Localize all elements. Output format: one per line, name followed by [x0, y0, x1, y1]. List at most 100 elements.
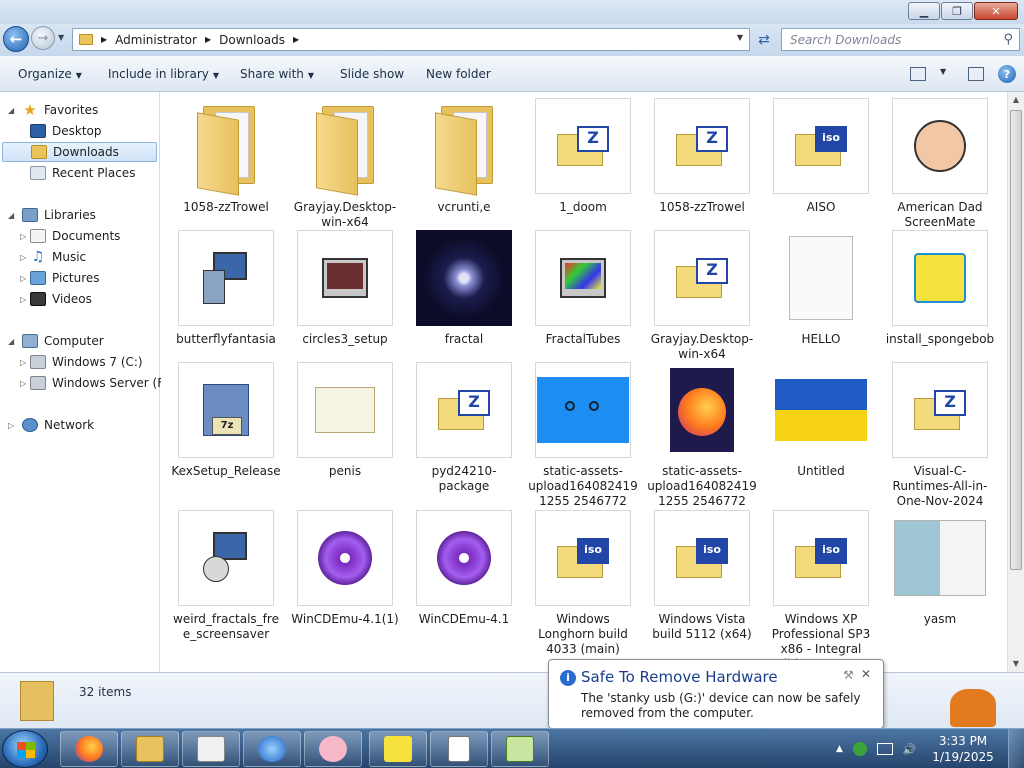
chevron-right-icon[interactable]: ▶	[101, 35, 107, 44]
file-item[interactable]: circles3_setup	[289, 230, 401, 347]
file-item[interactable]: Untitled	[765, 362, 877, 479]
file-item[interactable]: 1058-zzTrowel	[170, 98, 282, 215]
scrollbar-thumb[interactable]	[1010, 110, 1022, 570]
file-item[interactable]: Z 1058-zzTrowel	[646, 98, 758, 215]
preview-pane-icon[interactable]	[968, 67, 984, 81]
file-item[interactable]: weird_fractals_free_screensaver	[170, 510, 282, 642]
close-icon[interactable]: ✕	[861, 667, 871, 681]
collapse-arrow-icon[interactable]: ▷	[20, 253, 26, 262]
nav-computer[interactable]: Computer	[22, 331, 104, 351]
taskbar-media-player[interactable]	[182, 731, 240, 767]
file-item[interactable]: Z Visual-C-Runtimes-All-in-One-Nov-2024	[884, 362, 996, 509]
include-in-library-menu[interactable]: Include in library ▼	[108, 67, 219, 81]
file-item[interactable]: iso AISO	[765, 98, 877, 215]
show-desktop-button[interactable]	[1008, 729, 1024, 768]
taskbar-editor[interactable]	[491, 731, 549, 767]
chevron-right-icon[interactable]: ▶	[205, 35, 211, 44]
breadcrumb-administrator[interactable]: Administrator	[115, 33, 197, 47]
file-item[interactable]: Z pyd24210-package	[408, 362, 520, 494]
taskbar-notepad[interactable]	[430, 731, 488, 767]
notification-balloon[interactable]: i Safe To Remove Hardware ⚒ ✕ The 'stank…	[548, 659, 884, 729]
nav-documents[interactable]: Documents	[30, 226, 120, 246]
nav-recent-places[interactable]: Recent Places	[30, 163, 135, 183]
file-item[interactable]: fractal	[408, 230, 520, 347]
file-item[interactable]: American Dad ScreenMate	[884, 98, 996, 230]
scroll-down-icon[interactable]: ▼	[1008, 656, 1024, 672]
breadcrumb-downloads[interactable]: Downloads	[219, 33, 285, 47]
nav-desktop[interactable]: Desktop	[30, 121, 102, 141]
expand-arrow-icon[interactable]: ◢	[8, 337, 14, 346]
start-button[interactable]	[2, 730, 48, 768]
collapse-arrow-icon[interactable]: ▷	[8, 421, 14, 430]
nav-favorites[interactable]: ★ Favorites	[22, 100, 98, 120]
file-item[interactable]: iso Windows Longhorn build 4033 (main)	[527, 510, 639, 657]
search-input[interactable]: Search Downloads ⚲	[781, 28, 1020, 51]
address-bar[interactable]: ▶ Administrator ▶ Downloads ▶ ▼	[72, 28, 750, 51]
taskbar-firefox[interactable]	[60, 731, 118, 767]
collapse-arrow-icon[interactable]: ▷	[20, 295, 26, 304]
file-item[interactable]: butterflyfantasia	[170, 230, 282, 347]
nav-network[interactable]: Network	[22, 415, 94, 435]
expand-arrow-icon[interactable]: ◢	[8, 211, 14, 220]
file-item[interactable]: install_spongebob	[884, 230, 996, 347]
organize-menu[interactable]: Organize ▼	[18, 67, 82, 81]
volume-icon[interactable]: 🔊	[903, 743, 917, 756]
change-view-icon[interactable]	[910, 67, 926, 81]
file-item[interactable]: static-assets-upload1640824191255 254677…	[527, 362, 639, 509]
close-button[interactable]: ✕	[974, 2, 1018, 20]
search-icon[interactable]: ⚲	[1003, 32, 1013, 47]
file-item[interactable]: vcrunti,e	[408, 98, 520, 215]
address-dropdown-icon[interactable]: ▼	[737, 33, 743, 42]
file-item[interactable]: WinCDEmu-4.1	[408, 510, 520, 627]
collapse-arrow-icon[interactable]: ▷	[20, 358, 26, 367]
nav-pictures[interactable]: Pictures	[30, 268, 100, 288]
new-folder-button[interactable]: New folder	[426, 67, 491, 81]
expand-arrow-icon[interactable]: ◢	[8, 106, 14, 115]
nav-music[interactable]: ♫ Music	[30, 247, 86, 267]
share-with-menu[interactable]: Share with ▼	[240, 67, 314, 81]
blank-document-icon	[448, 736, 470, 762]
show-hidden-icons-icon[interactable]: ▲	[836, 744, 843, 754]
safely-remove-hardware-icon[interactable]	[852, 742, 867, 756]
maximize-button[interactable]: ❐	[941, 2, 973, 20]
file-item[interactable]: static-assets-upload1640824191255 254677…	[646, 362, 758, 509]
nav-libraries[interactable]: Libraries	[22, 205, 96, 225]
file-item[interactable]: WinCDEmu-4.1(1)	[289, 510, 401, 627]
network-icon[interactable]	[876, 743, 893, 755]
forward-button[interactable]: →	[31, 26, 55, 50]
nav-downloads[interactable]: Downloads	[2, 142, 157, 162]
collapse-arrow-icon[interactable]: ▷	[20, 379, 26, 388]
clock[interactable]: 3:33 PM 1/19/2025	[930, 733, 996, 765]
minimize-button[interactable]: ▁	[908, 2, 940, 20]
vertical-scrollbar[interactable]: ▲ ▼	[1007, 92, 1024, 672]
file-item[interactable]: yasm	[884, 510, 996, 627]
back-button[interactable]: ←	[3, 26, 29, 52]
help-icon[interactable]: ?	[998, 65, 1016, 83]
collapse-arrow-icon[interactable]: ▷	[20, 274, 26, 283]
nav-drive-c[interactable]: Windows 7 (C:)	[30, 352, 143, 372]
nav-drive-f[interactable]: Windows Server (F:)	[30, 373, 172, 393]
file-item[interactable]: FractalTubes	[527, 230, 639, 347]
collapse-arrow-icon[interactable]: ▷	[20, 232, 26, 241]
taskbar-spongebob[interactable]	[369, 731, 427, 767]
file-item[interactable]: penis	[289, 362, 401, 479]
file-item[interactable]: Z Grayjay.Desktop-win-x64	[646, 230, 758, 362]
file-item[interactable]: HELLO	[765, 230, 877, 347]
taskbar-piglet[interactable]	[304, 731, 362, 767]
chevron-down-icon[interactable]: ▼	[940, 67, 954, 81]
scroll-up-icon[interactable]: ▲	[1008, 92, 1024, 108]
wrench-icon[interactable]: ⚒	[843, 668, 854, 682]
nav-videos[interactable]: Videos	[30, 289, 92, 309]
recent-pages-dropdown[interactable]: ▼	[58, 33, 64, 42]
file-item[interactable]: Z 1_doom	[527, 98, 639, 215]
desktop-pet-icon[interactable]	[950, 689, 996, 727]
taskbar-thunderbird[interactable]	[243, 731, 301, 767]
refresh-icon[interactable]: ⇄	[754, 30, 774, 50]
file-item[interactable]: iso Windows XP Professional SP3 x86 - In…	[765, 510, 877, 672]
file-item[interactable]: Grayjay.Desktop-win-x64	[289, 98, 401, 230]
slide-show-button[interactable]: Slide show	[340, 67, 404, 81]
chevron-right-icon[interactable]: ▶	[293, 35, 299, 44]
file-item[interactable]: iso Windows Vista build 5112 (x64)	[646, 510, 758, 642]
taskbar-file-explorer[interactable]	[121, 731, 179, 767]
file-item[interactable]: 7z KexSetup_Release	[170, 362, 282, 479]
